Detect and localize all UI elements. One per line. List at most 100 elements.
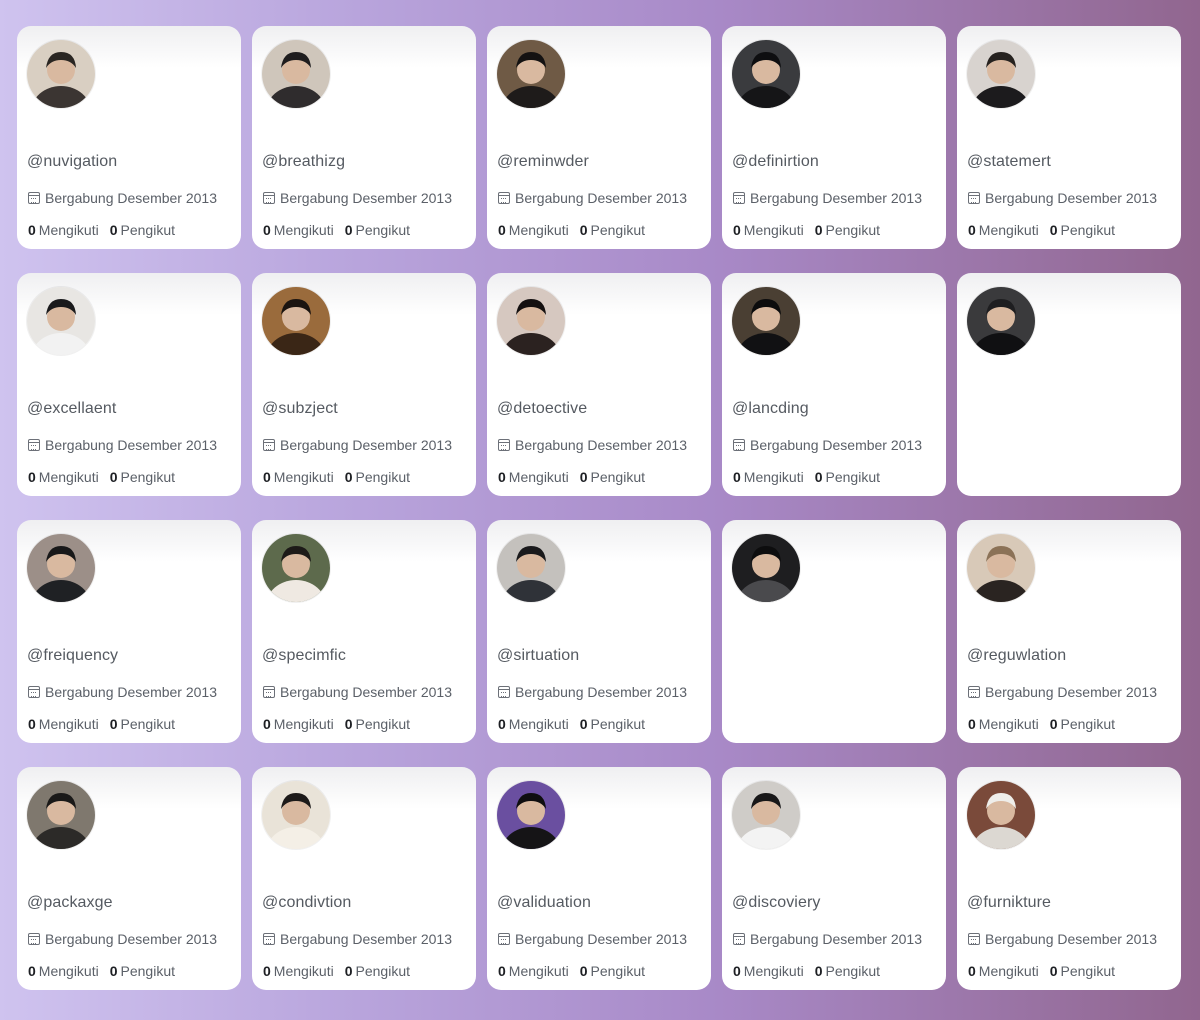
followers-stat[interactable]: 0 Pengikut — [110, 716, 175, 732]
following-stat[interactable]: 0 Mengikuti — [498, 716, 569, 732]
username-handle[interactable]: @discoviery — [732, 894, 820, 912]
profile-card[interactable]: @freiquency Bergabung Desember 2013 0 Men… — [17, 520, 241, 743]
following-stat[interactable]: 0 Mengikuti — [263, 469, 334, 485]
following-stat[interactable]: 0 Mengikuti — [28, 716, 99, 732]
profile-card[interactable]: @condivtion Bergabung Desember 2013 0 Men… — [252, 767, 476, 990]
followers-stat[interactable]: 0 Pengikut — [580, 963, 645, 979]
username-handle[interactable]: @breathizg — [262, 153, 345, 171]
profile-card[interactable]: @reguwlation Bergabung Desember 2013 0 Me… — [957, 520, 1181, 743]
following-stat[interactable]: 0 Mengikuti — [28, 222, 99, 238]
followers-stat[interactable]: 0 Pengikut — [345, 716, 410, 732]
avatar[interactable] — [262, 287, 330, 355]
avatar[interactable] — [262, 40, 330, 108]
following-stat[interactable]: 0 Mengikuti — [498, 469, 569, 485]
followers-stat[interactable]: 0 Pengikut — [815, 222, 880, 238]
profile-card[interactable]: @furnikture Bergabung Desember 2013 0 Men… — [957, 767, 1181, 990]
following-stat[interactable]: 0 Mengikuti — [263, 222, 334, 238]
avatar[interactable] — [497, 534, 565, 602]
username-handle[interactable]: @lancding — [732, 400, 809, 418]
followers-label: Pengikut — [120, 469, 175, 485]
avatar[interactable] — [27, 781, 95, 849]
profile-card[interactable]: @reminwder Bergabung Desember 2013 0 Meng… — [487, 26, 711, 249]
following-label: Mengikuti — [508, 222, 569, 238]
username-handle[interactable]: @reguwlation — [967, 647, 1066, 665]
profile-card[interactable] — [722, 520, 946, 743]
followers-stat[interactable]: 0 Pengikut — [580, 716, 645, 732]
avatar[interactable] — [732, 40, 800, 108]
followers-stat[interactable]: 0 Pengikut — [815, 469, 880, 485]
profile-card[interactable]: @statemert Bergabung Desember 2013 0 Meng… — [957, 26, 1181, 249]
profile-card[interactable]: @nuvigation Bergabung Desember 2013 0 Men… — [17, 26, 241, 249]
following-stat[interactable]: 0 Mengikuti — [28, 469, 99, 485]
profile-card[interactable]: @definirtion Bergabung Desember 2013 0 Me… — [722, 26, 946, 249]
following-stat[interactable]: 0 Mengikuti — [498, 963, 569, 979]
username-handle[interactable]: @reminwder — [497, 153, 589, 171]
profile-card[interactable]: @specimfic Bergabung Desember 2013 0 Meng… — [252, 520, 476, 743]
following-stat[interactable]: 0 Mengikuti — [968, 716, 1039, 732]
username-handle[interactable]: @definirtion — [732, 153, 819, 171]
followers-label: Pengikut — [355, 716, 410, 732]
username-handle[interactable]: @statemert — [967, 153, 1051, 171]
profile-card[interactable]: @sirtuation Bergabung Desember 2013 0 Men… — [487, 520, 711, 743]
username-handle[interactable]: @specimfic — [262, 647, 346, 665]
avatar[interactable] — [732, 287, 800, 355]
avatar[interactable] — [497, 40, 565, 108]
avatar[interactable] — [262, 781, 330, 849]
followers-stat[interactable]: 0 Pengikut — [1050, 716, 1115, 732]
followers-stat[interactable]: 0 Pengikut — [345, 963, 410, 979]
following-stat[interactable]: 0 Mengikuti — [733, 222, 804, 238]
username-handle[interactable]: @nuvigation — [27, 153, 117, 171]
following-stat[interactable]: 0 Mengikuti — [498, 222, 569, 238]
username-handle[interactable]: @freiquency — [27, 647, 118, 665]
avatar[interactable] — [732, 781, 800, 849]
following-stat[interactable]: 0 Mengikuti — [733, 963, 804, 979]
followers-stat[interactable]: 0 Pengikut — [1050, 222, 1115, 238]
followers-stat[interactable]: 0 Pengikut — [345, 222, 410, 238]
profile-card[interactable] — [957, 273, 1181, 496]
avatar[interactable] — [732, 534, 800, 602]
followers-stat[interactable]: 0 Pengikut — [110, 222, 175, 238]
following-count: 0 — [263, 716, 271, 732]
profile-card[interactable]: @discoviery Bergabung Desember 2013 0 Men… — [722, 767, 946, 990]
username-handle[interactable]: @sirtuation — [497, 647, 579, 665]
profile-card[interactable]: @detoective Bergabung Desember 2013 0 Men… — [487, 273, 711, 496]
followers-stat[interactable]: 0 Pengikut — [110, 963, 175, 979]
avatar[interactable] — [262, 534, 330, 602]
username-handle[interactable]: @validuation — [497, 894, 591, 912]
following-stat[interactable]: 0 Mengikuti — [968, 222, 1039, 238]
profile-card[interactable]: @validuation Bergabung Desember 2013 0 Me… — [487, 767, 711, 990]
username-handle[interactable]: @detoective — [497, 400, 587, 418]
profile-card[interactable]: @subzject Bergabung Desember 2013 0 Mengi… — [252, 273, 476, 496]
avatar-photo — [967, 287, 1035, 355]
avatar[interactable] — [967, 287, 1035, 355]
avatar[interactable] — [27, 287, 95, 355]
username-handle[interactable]: @subzject — [262, 400, 338, 418]
following-stat[interactable]: 0 Mengikuti — [263, 963, 334, 979]
username-handle[interactable]: @excellaent — [27, 400, 116, 418]
profile-card[interactable]: @packaxge Bergabung Desember 2013 0 Mengi… — [17, 767, 241, 990]
followers-stat[interactable]: 0 Pengikut — [580, 222, 645, 238]
avatar[interactable] — [497, 781, 565, 849]
calendar-icon — [968, 192, 980, 204]
avatar[interactable] — [967, 781, 1035, 849]
followers-stat[interactable]: 0 Pengikut — [1050, 963, 1115, 979]
avatar[interactable] — [967, 534, 1035, 602]
avatar[interactable] — [967, 40, 1035, 108]
followers-stat[interactable]: 0 Pengikut — [580, 469, 645, 485]
profile-card[interactable]: @breathizg Bergabung Desember 2013 0 Meng… — [252, 26, 476, 249]
following-stat[interactable]: 0 Mengikuti — [28, 963, 99, 979]
username-handle[interactable]: @condivtion — [262, 894, 351, 912]
profile-card[interactable]: @lancding Bergabung Desember 2013 0 Mengi… — [722, 273, 946, 496]
followers-stat[interactable]: 0 Pengikut — [345, 469, 410, 485]
following-stat[interactable]: 0 Mengikuti — [968, 963, 1039, 979]
avatar[interactable] — [27, 40, 95, 108]
username-handle[interactable]: @packaxge — [27, 894, 113, 912]
followers-stat[interactable]: 0 Pengikut — [815, 963, 880, 979]
followers-stat[interactable]: 0 Pengikut — [110, 469, 175, 485]
username-handle[interactable]: @furnikture — [967, 894, 1051, 912]
profile-card[interactable]: @excellaent Bergabung Desember 2013 0 Men… — [17, 273, 241, 496]
avatar[interactable] — [497, 287, 565, 355]
following-stat[interactable]: 0 Mengikuti — [263, 716, 334, 732]
avatar[interactable] — [27, 534, 95, 602]
following-stat[interactable]: 0 Mengikuti — [733, 469, 804, 485]
